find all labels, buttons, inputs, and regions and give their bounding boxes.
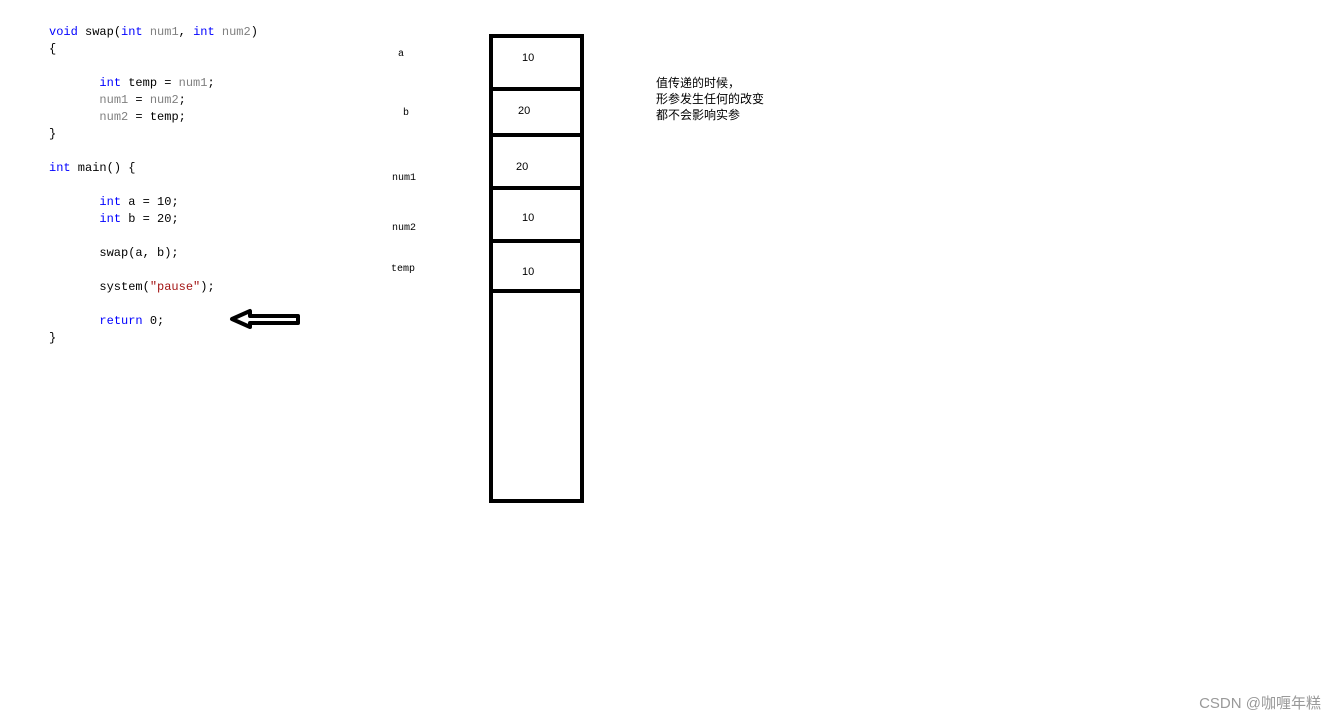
code-parameter: num2: [149, 93, 179, 107]
code-parameter: num2: [221, 25, 251, 39]
note-line: 形参发生任何的改变: [656, 92, 765, 106]
code-text: system(: [49, 280, 150, 294]
code-line: return 0;: [49, 313, 258, 330]
code-text: main() {: [70, 161, 136, 175]
code-text: =: [128, 93, 150, 107]
code-line: }: [49, 126, 258, 143]
code-string: "pause": [149, 280, 201, 294]
watermark: CSDN @咖喱年糕: [1199, 695, 1321, 712]
code-keyword: int: [193, 25, 215, 39]
stack-divider: [489, 87, 580, 91]
code-keyword: return: [99, 314, 143, 328]
code-parameter: num1: [99, 93, 129, 107]
code-text: b = 20;: [121, 212, 179, 226]
label-temp: temp: [391, 264, 416, 275]
code-line: }: [49, 330, 258, 347]
code-text: temp =: [121, 76, 179, 90]
code-line: int temp = num1;: [49, 75, 258, 92]
code-line: {: [49, 41, 258, 58]
code-parameter: num1: [178, 76, 208, 90]
code-text: }: [49, 331, 57, 345]
code-text: ;: [178, 93, 186, 107]
cell-value-b: 20: [518, 105, 531, 117]
code-line: int b = 20;: [49, 211, 258, 228]
stack-divider: [489, 133, 580, 137]
code-keyword: void: [49, 25, 78, 39]
stack-divider: [489, 186, 580, 190]
code-line: num1 = num2;: [49, 92, 258, 109]
left-arrow-icon: [230, 309, 300, 329]
code-text: ,: [178, 25, 194, 39]
code-text: 0;: [142, 314, 165, 328]
code-keyword: int: [99, 212, 122, 226]
stack-divider: [489, 289, 580, 293]
explanation-note: 值传递的时候， 形参发生任何的改变 都不会影响实参: [656, 75, 764, 123]
code-text: {: [49, 42, 57, 56]
code-line: num2 = temp;: [49, 109, 258, 126]
code-parameter: num1: [149, 25, 179, 39]
code-line: void swap(int num1, int num2): [49, 24, 258, 41]
code-line: int a = 10;: [49, 194, 258, 211]
code-text: swap(: [77, 25, 122, 39]
code-text: ;: [207, 76, 215, 90]
code-keyword: int: [99, 76, 122, 90]
code-text: }: [49, 127, 57, 141]
code-parameter: num2: [99, 110, 129, 124]
code-text: a = 10;: [121, 195, 179, 209]
code-keyword: int: [99, 195, 122, 209]
code-text: );: [200, 280, 215, 294]
code-line: int main() {: [49, 160, 258, 177]
cell-value-num1: 20: [516, 161, 529, 173]
label-num2: num2: [392, 223, 417, 234]
stack-divider: [489, 239, 580, 243]
cell-value-temp: 10: [522, 266, 535, 278]
label-a: a: [398, 49, 405, 60]
code-text: ): [250, 25, 258, 39]
code-line: system("pause");: [49, 279, 258, 296]
note-line: 都不会影响实参: [656, 108, 741, 122]
note-line: 值传递的时候，: [656, 76, 741, 90]
label-num1: num1: [392, 173, 417, 184]
label-b: b: [403, 108, 410, 119]
code-listing: void swap(int num1, int num2){ int temp …: [49, 24, 258, 347]
stack-memory-box: 10 20 20 10 10: [489, 34, 584, 503]
cell-value-a: 10: [522, 52, 535, 64]
cell-value-num2: 10: [522, 212, 535, 224]
code-text: swap(a, b);: [49, 246, 179, 260]
code-line: swap(a, b);: [49, 245, 258, 262]
code-text: = temp;: [128, 110, 186, 124]
code-keyword: int: [121, 25, 143, 39]
code-keyword: int: [49, 161, 71, 175]
